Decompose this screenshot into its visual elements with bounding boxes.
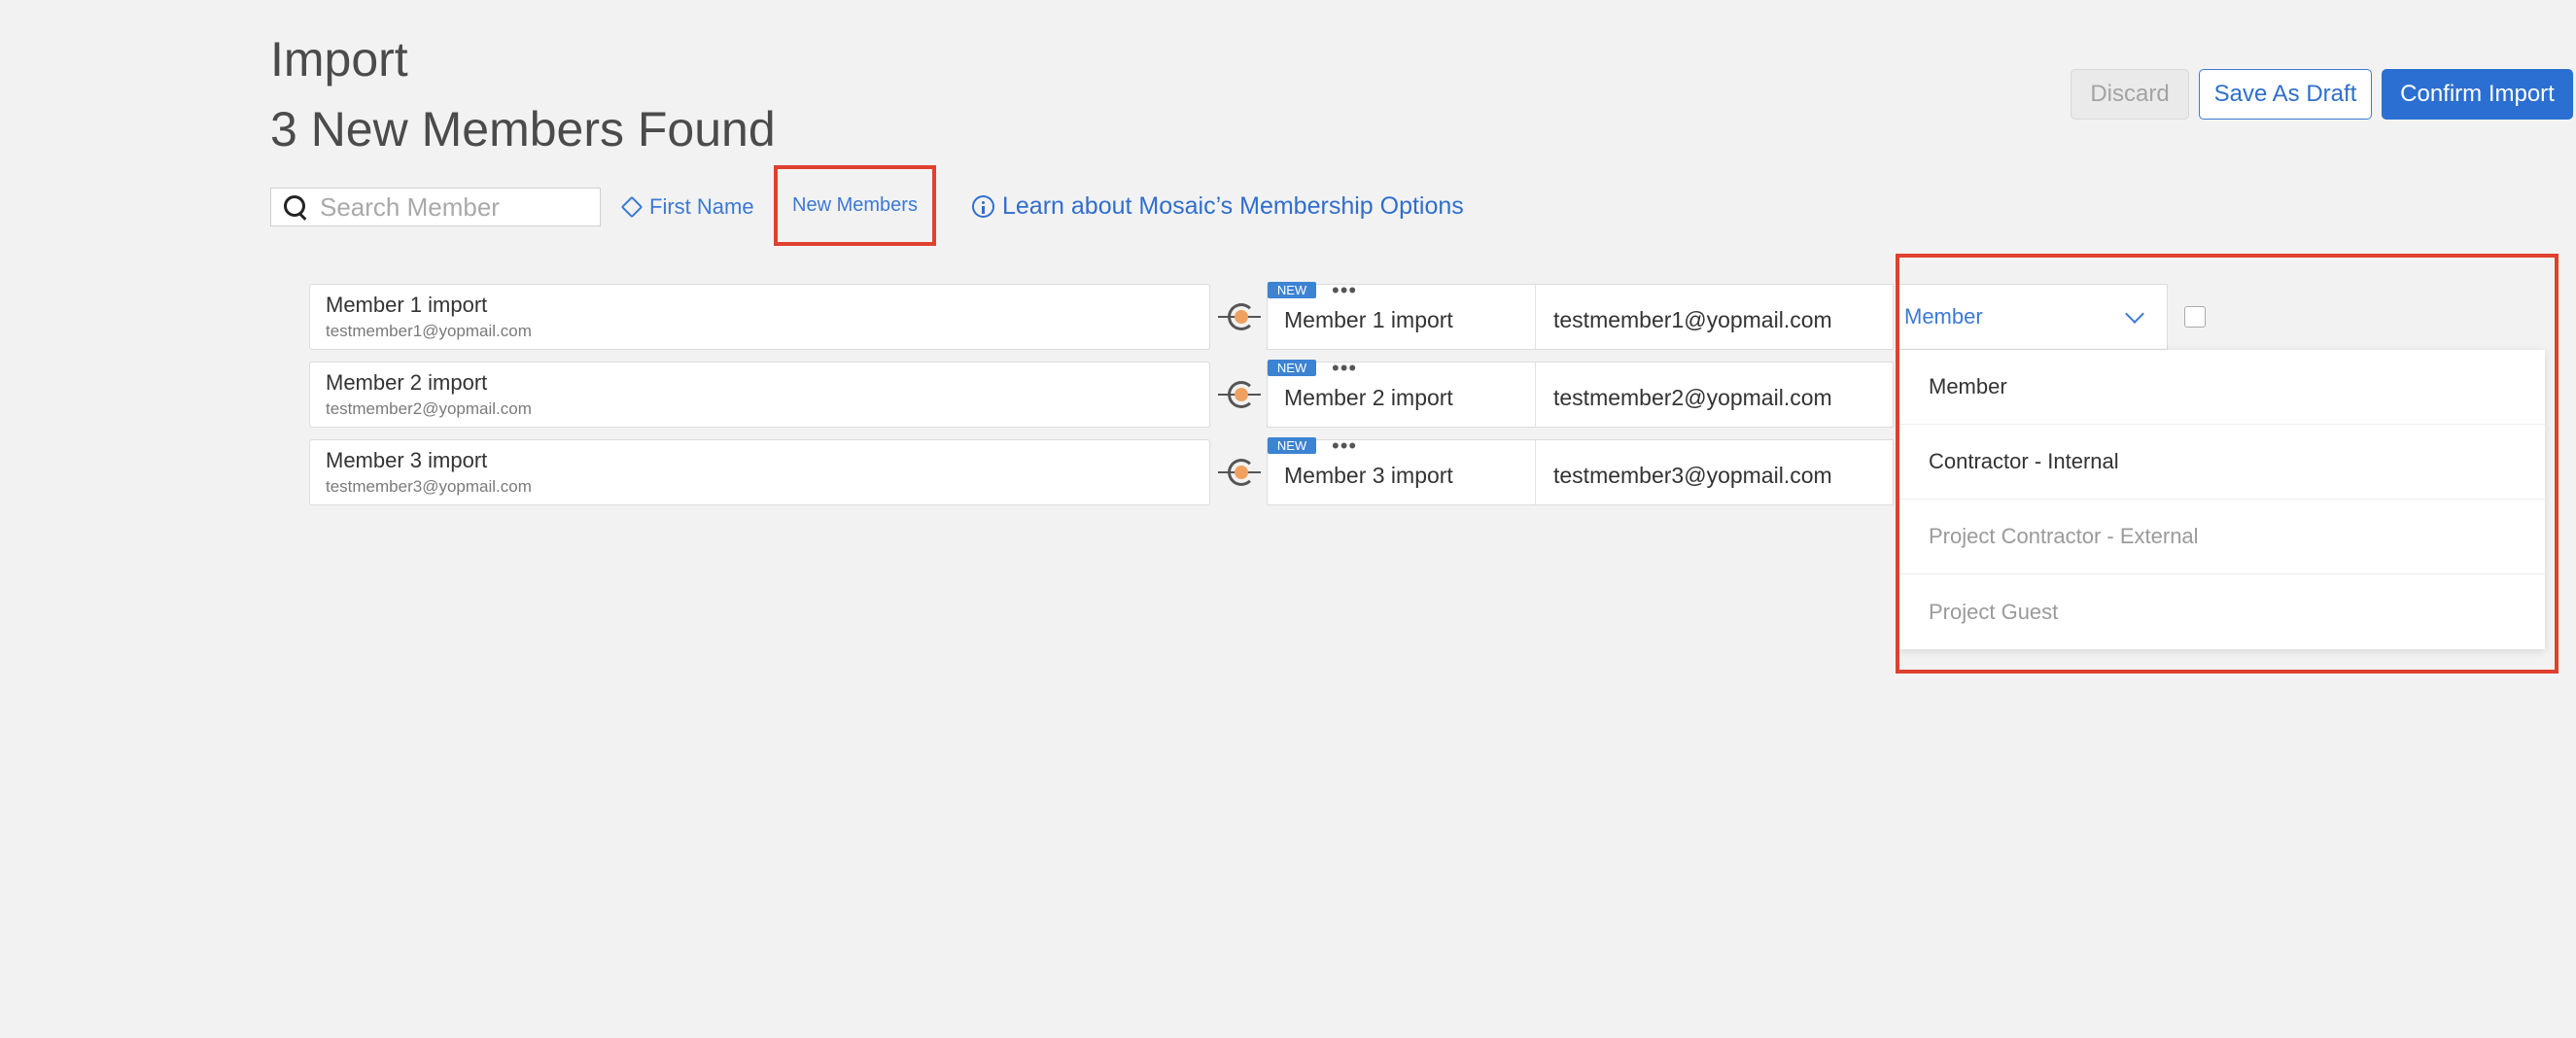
more-options-icon[interactable]: ••• [1332,433,1357,459]
menu-option-project-contractor-external[interactable]: Project Contractor - External [1899,500,2545,574]
top-actions: Discard Save As Draft Confirm Import [2071,69,2573,120]
learn-membership-link[interactable]: Learn about Mosaic’s Membership Options [972,192,1464,221]
menu-option-contractor-internal[interactable]: Contractor - Internal [1899,425,2545,500]
search-placeholder: Search Member [320,191,500,222]
imported-member-card: Member 2 import testmember2@yopmail.com [1267,362,1894,428]
imported-member-card: Member 3 import testmember3@yopmail.com [1267,439,1894,505]
source-member-email: testmember2@yopmail.com [326,399,532,418]
menu-option-project-guest[interactable]: Project Guest [1899,574,2545,649]
new-members-filter-label: New Members [792,194,918,216]
search-icon [283,194,308,220]
page-subtitle: 3 New Members Found [270,102,776,156]
link-connector-icon [1218,459,1261,486]
link-connector-icon [1218,303,1261,330]
source-member-name: Member 3 import [326,448,488,472]
source-member-email: testmember3@yopmail.com [326,477,532,496]
discard-button[interactable]: Discard [2071,69,2189,120]
new-members-filter[interactable]: New Members [774,165,936,246]
save-as-draft-button[interactable]: Save As Draft [2199,69,2372,120]
sort-first-name-button[interactable]: First Name [620,194,754,220]
source-member-name: Member 2 import [326,370,488,395]
new-badge: NEW [1268,437,1316,454]
more-options-icon[interactable]: ••• [1332,356,1357,381]
info-icon [972,195,994,218]
import-page: Import 3 New Members Found Discard Save … [0,0,2576,1038]
source-member-card: Member 2 import testmember2@yopmail.com [309,362,1210,428]
confirm-import-button[interactable]: Confirm Import [2382,69,2573,120]
new-badge: NEW [1268,282,1316,298]
menu-option-member[interactable]: Member [1899,350,2545,425]
learn-membership-label: Learn about Mosaic’s Membership Options [1002,192,1464,220]
membership-type-dropdown-menu: Member Contractor - Internal Project Con… [1899,350,2545,649]
membership-type-select[interactable]: Member [1896,284,2168,350]
source-member-email: testmember1@yopmail.com [326,322,532,340]
sort-label: First Name [649,194,754,219]
imported-member-email[interactable]: testmember3@yopmail.com [1536,440,1893,504]
chevron-down-icon [2125,304,2144,324]
more-options-icon[interactable]: ••• [1332,278,1357,303]
imported-member-email[interactable]: testmember1@yopmail.com [1536,285,1893,349]
imported-member-card: Member 1 import testmember1@yopmail.com [1267,284,1894,350]
member-row: Member 1 import testmember1@yopmail.com … [309,278,2253,350]
source-member-card: Member 3 import testmember3@yopmail.com [309,439,1210,505]
row-checkbox[interactable] [2184,306,2206,328]
sort-icon [620,195,644,219]
page-title: Import [270,32,408,86]
membership-type-value: Member [1904,304,1983,329]
search-input[interactable]: Search Member [270,188,601,226]
source-member-card: Member 1 import testmember1@yopmail.com [309,284,1210,350]
imported-member-email[interactable]: testmember2@yopmail.com [1536,363,1893,427]
new-badge: NEW [1268,360,1316,376]
link-connector-icon [1218,381,1261,408]
source-member-name: Member 1 import [326,293,488,317]
